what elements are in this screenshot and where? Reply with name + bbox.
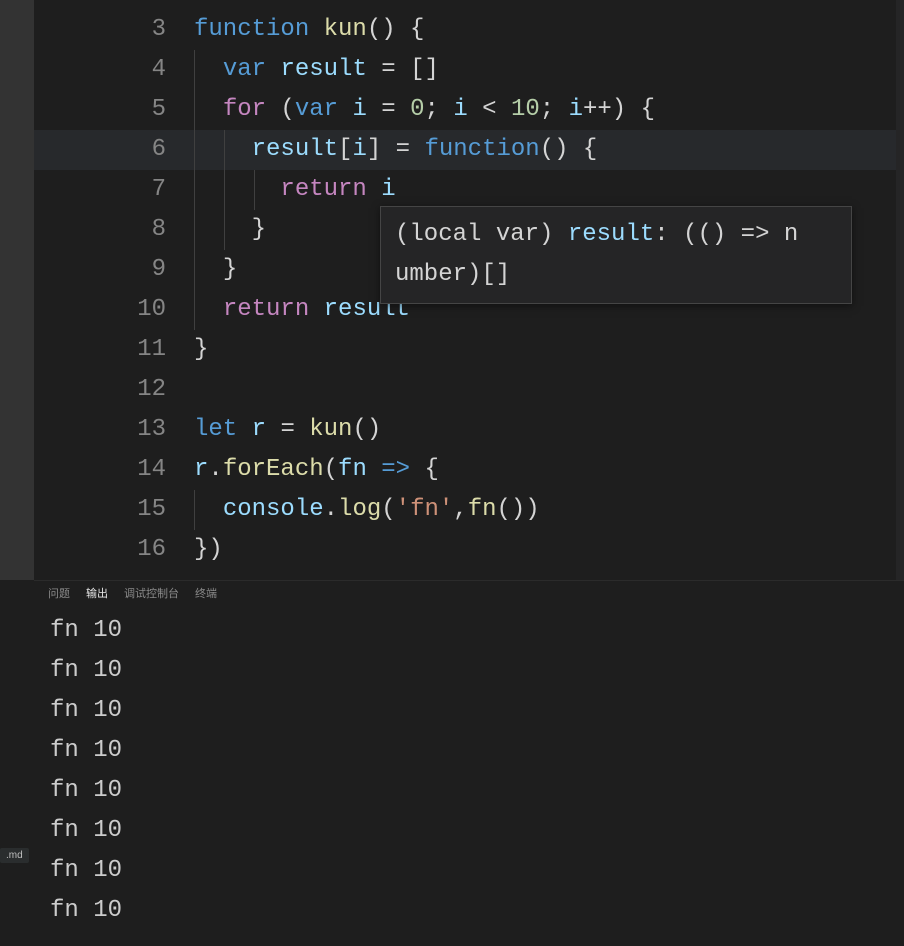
- code-content[interactable]: }: [194, 250, 237, 290]
- line-number: 9: [34, 250, 194, 290]
- bottom-panel: 问题 输出 调试控制台 终端 fn 10fn 10fn 10fn 10fn 10…: [34, 580, 904, 946]
- line-number: 11: [34, 330, 194, 370]
- tab-terminal[interactable]: 终端: [195, 585, 217, 601]
- line-number: 6: [34, 130, 194, 170]
- code-line[interactable]: 4 var result = []: [34, 50, 904, 90]
- code-content[interactable]: return result: [194, 290, 410, 330]
- line-number: 4: [34, 50, 194, 90]
- code-line[interactable]: 14r.forEach(fn => {: [34, 450, 904, 490]
- code-line[interactable]: 13let r = kun(): [34, 410, 904, 450]
- line-number: 13: [34, 410, 194, 450]
- code-line[interactable]: 15 console.log('fn',fn()): [34, 490, 904, 530]
- code-line[interactable]: 7 return i: [34, 170, 904, 210]
- tab-output[interactable]: 输出: [86, 585, 108, 601]
- line-number: 5: [34, 90, 194, 130]
- code-content[interactable]: console.log('fn',fn()): [194, 490, 540, 530]
- panel-tabs: 问题 输出 调试控制台 终端: [34, 581, 904, 605]
- output-line: fn 10: [50, 811, 888, 851]
- output-line: fn 10: [50, 851, 888, 891]
- code-content[interactable]: let r = kun(): [194, 410, 381, 450]
- code-content[interactable]: for (var i = 0; i < 10; i++) {: [194, 90, 655, 130]
- line-number: 7: [34, 170, 194, 210]
- code-content[interactable]: result[i] = function() {: [194, 130, 597, 170]
- code-content[interactable]: }: [194, 330, 208, 370]
- output-line: fn 10: [50, 651, 888, 691]
- code-content[interactable]: function kun() {: [194, 10, 424, 50]
- code-line[interactable]: 16}): [34, 530, 904, 570]
- output-line: fn 10: [50, 771, 888, 811]
- code-line[interactable]: 3function kun() {: [34, 10, 904, 50]
- hover-text: umber)[]: [395, 261, 510, 288]
- line-number: 8: [34, 210, 194, 250]
- minimap[interactable]: [896, 0, 904, 580]
- output-line: fn 10: [50, 691, 888, 731]
- tab-debug-console[interactable]: 调试控制台: [124, 585, 179, 601]
- code-line[interactable]: 6 result[i] = function() {: [34, 130, 904, 170]
- output-content[interactable]: fn 10fn 10fn 10fn 10fn 10fn 10fn 10fn 10: [34, 605, 904, 937]
- intellisense-hover-tooltip: (local var) result: (() => n umber)[]: [380, 206, 852, 304]
- code-line[interactable]: 5 for (var i = 0; i < 10; i++) {: [34, 90, 904, 130]
- activity-bar[interactable]: [0, 0, 34, 580]
- line-number: 3: [34, 10, 194, 50]
- code-line[interactable]: 11}: [34, 330, 904, 370]
- line-number: 12: [34, 370, 194, 410]
- code-line[interactable]: 12: [34, 370, 904, 410]
- line-number: 14: [34, 450, 194, 490]
- code-content[interactable]: }): [194, 530, 223, 570]
- code-editor[interactable]: 3function kun() {4 var result = []5 for …: [34, 0, 904, 580]
- tab-problems[interactable]: 问题: [48, 585, 70, 601]
- output-line: fn 10: [50, 891, 888, 931]
- code-content[interactable]: var result = []: [194, 50, 439, 90]
- output-line: fn 10: [50, 611, 888, 651]
- code-content[interactable]: return i: [194, 170, 396, 210]
- open-editor-badge[interactable]: .md: [0, 848, 29, 863]
- code-content[interactable]: }: [194, 210, 266, 250]
- line-number: 10: [34, 290, 194, 330]
- code-content[interactable]: r.forEach(fn => {: [194, 450, 439, 490]
- hover-text: (local var) result: (() => n: [395, 221, 798, 248]
- line-number: 16: [34, 530, 194, 570]
- output-line: fn 10: [50, 731, 888, 771]
- line-number: 15: [34, 490, 194, 530]
